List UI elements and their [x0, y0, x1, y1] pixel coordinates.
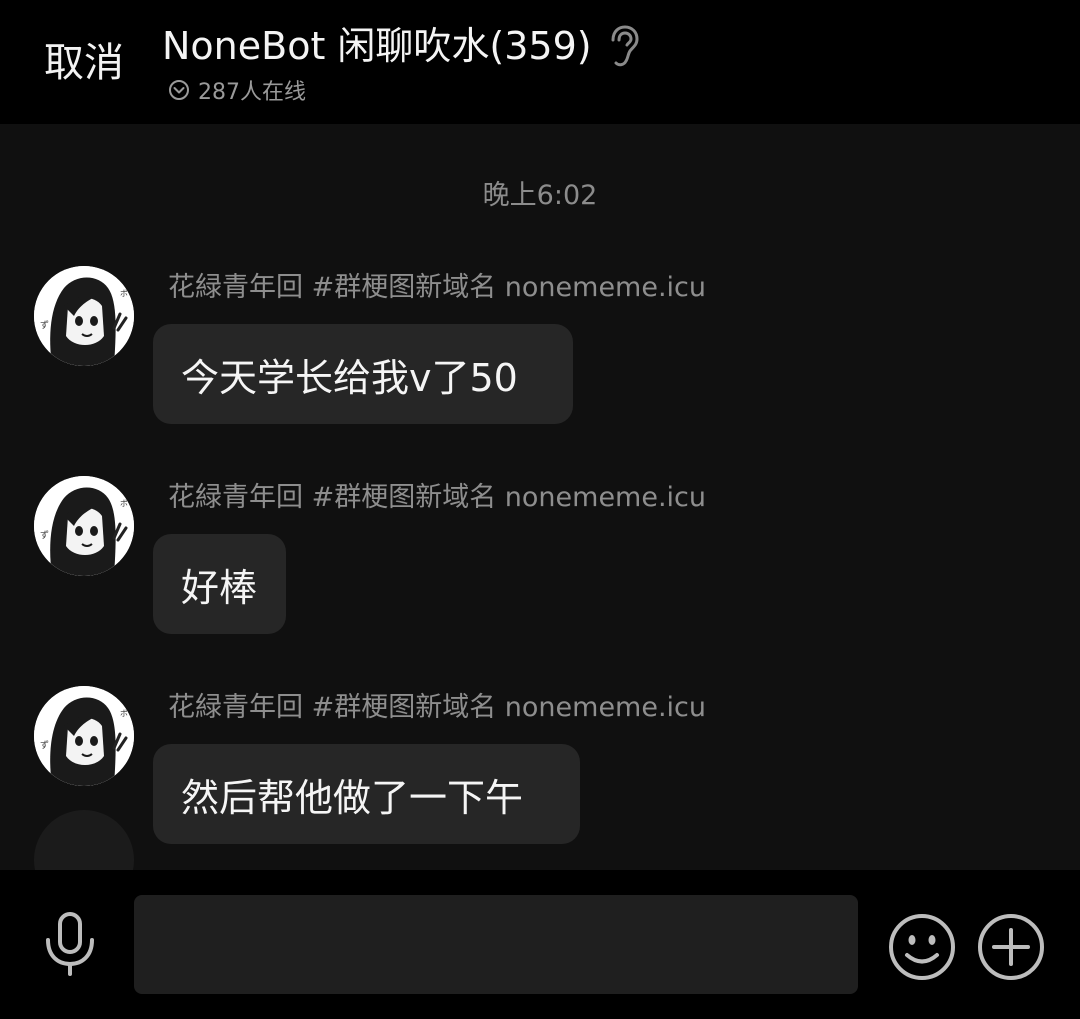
message-input[interactable] — [134, 895, 858, 994]
message-bubble[interactable]: 今天学长给我v了50 — [153, 324, 573, 424]
sender-name[interactable]: 花緑青年回 #群梗图新域名 nonememe.icu — [168, 476, 706, 520]
chevron-down-circle-icon — [168, 79, 190, 101]
input-bar — [0, 870, 1080, 1019]
ear-icon[interactable] — [606, 24, 640, 68]
message-bubble[interactable]: 然后帮他做了一下午 — [153, 744, 580, 844]
sender-name[interactable]: 花緑青年回 #群梗图新域名 nonememe.icu — [168, 266, 706, 310]
avatar[interactable]: ず ポ — [34, 266, 134, 366]
svg-text:ポ: ポ — [120, 499, 128, 508]
cancel-button[interactable]: 取消 — [44, 38, 124, 88]
message-bubble[interactable]: 好棒 — [153, 534, 286, 634]
avatar[interactable]: ず ポ — [34, 476, 134, 576]
avatar[interactable]: ず ポ — [34, 686, 134, 786]
online-status[interactable]: 287人在线 — [168, 74, 306, 106]
plus-circle-icon[interactable] — [976, 912, 1046, 982]
group-title[interactable]: NoneBot 闲聊吹水(359) — [162, 22, 592, 70]
sender-name[interactable]: 花緑青年回 #群梗图新域名 nonememe.icu — [168, 686, 706, 730]
online-count: 287人在线 — [198, 80, 306, 105]
title-row: NoneBot 闲聊吹水(359) — [162, 20, 640, 72]
chat-header: 取消 NoneBot 闲聊吹水(359) 287人在线 — [0, 0, 1080, 124]
svg-text:ず: ず — [40, 740, 49, 751]
svg-text:ず: ず — [40, 530, 49, 541]
svg-text:ポ: ポ — [120, 289, 128, 298]
svg-text:ず: ず — [40, 320, 49, 331]
smiley-icon[interactable] — [887, 912, 957, 982]
chat-screen: 取消 NoneBot 闲聊吹水(359) 287人在线 晚上6:02 ず ポ 花… — [0, 0, 1080, 1019]
message-timestamp: 晚上6:02 — [482, 180, 598, 211]
svg-text:ポ: ポ — [120, 709, 128, 718]
microphone-icon[interactable] — [40, 910, 100, 980]
